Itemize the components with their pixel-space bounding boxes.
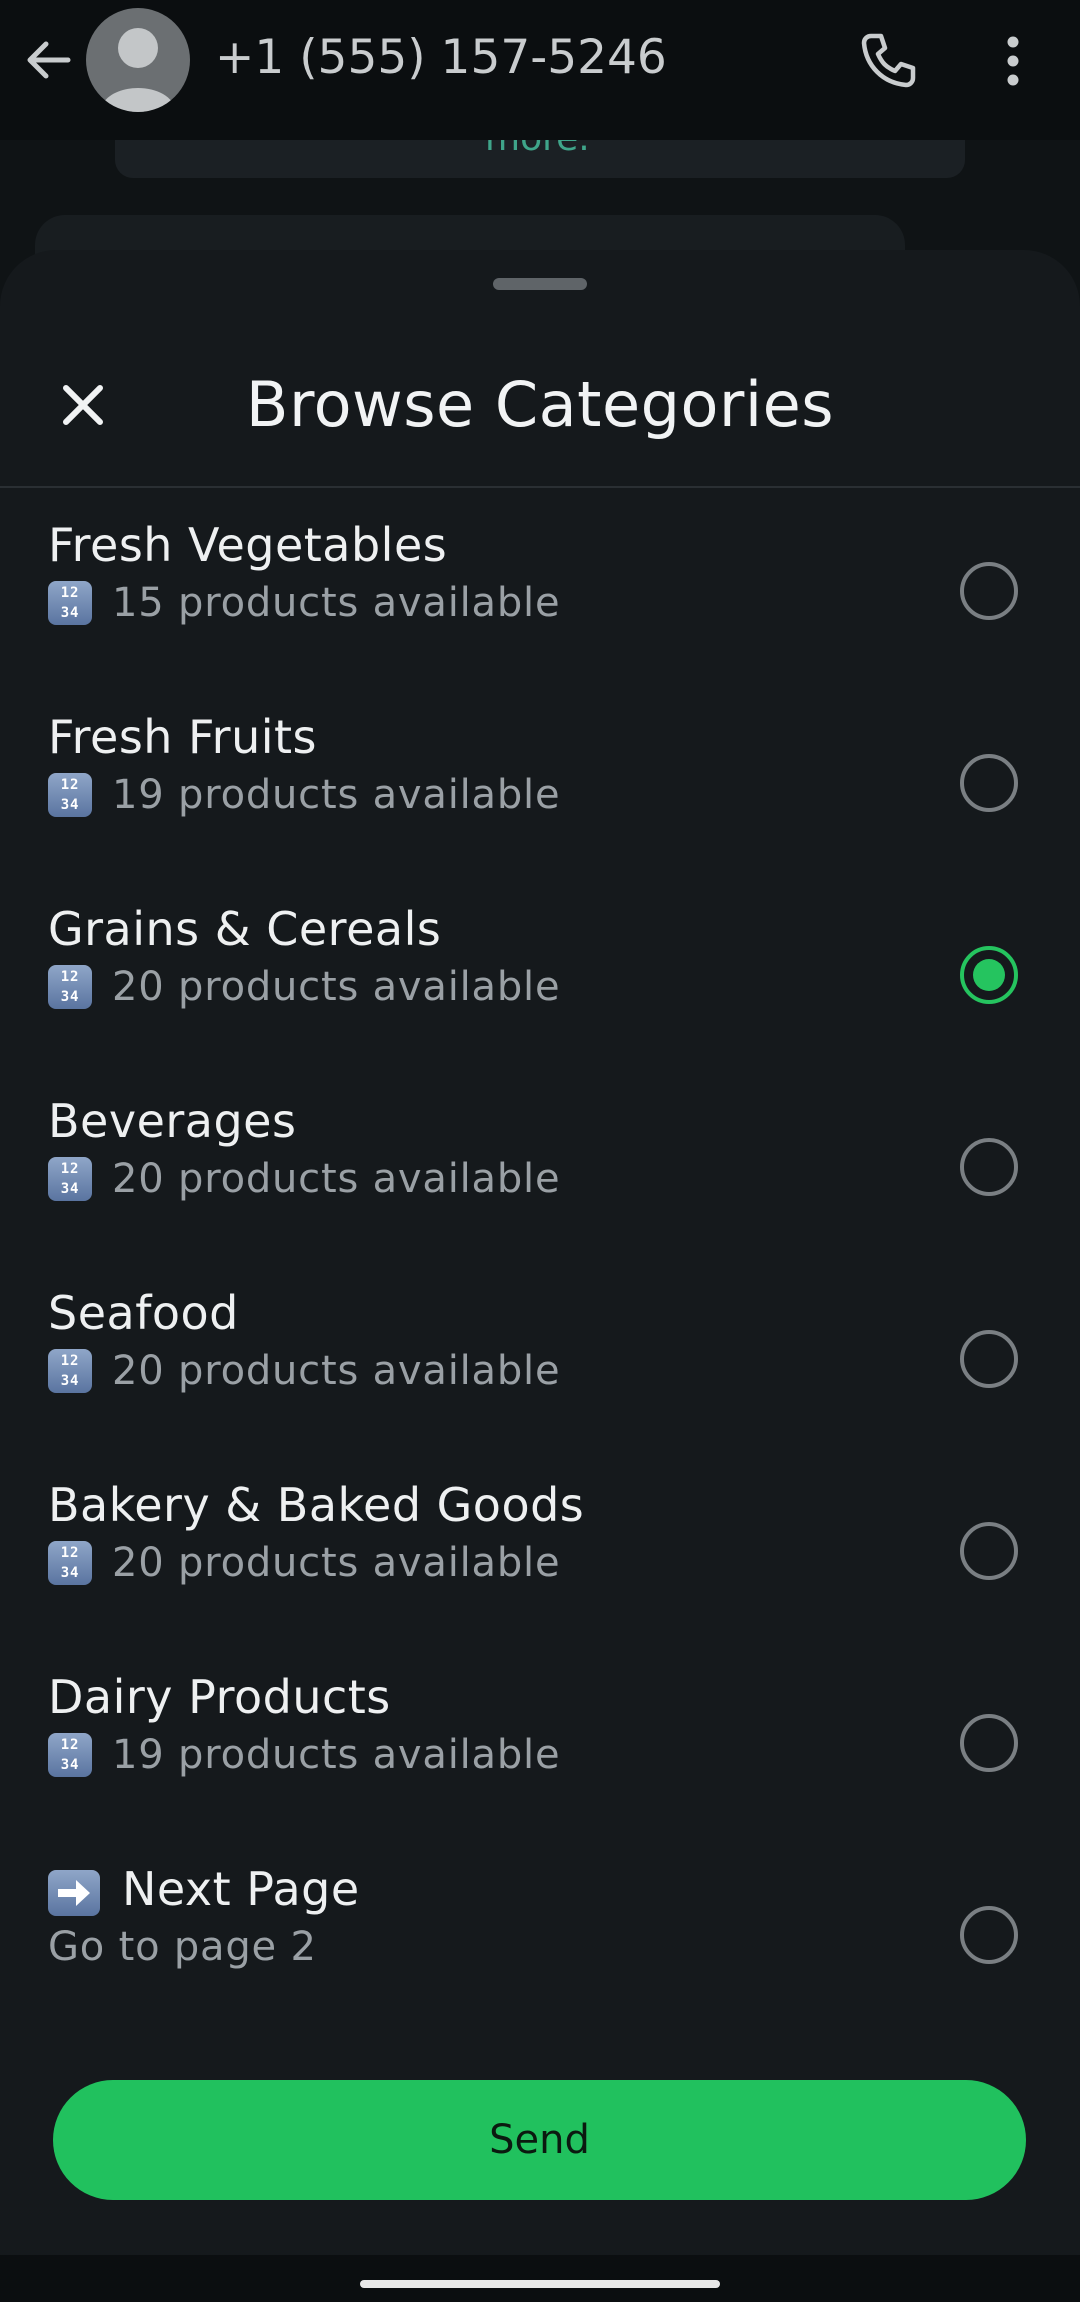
right-arrow-icon	[48, 1869, 100, 1916]
radio-button[interactable]	[960, 1330, 1018, 1388]
item-subtitle: 12 34 15 products available	[48, 580, 560, 626]
item-title: Fresh Vegetables	[48, 518, 448, 572]
radio-button[interactable]	[960, 1522, 1018, 1580]
radio-button[interactable]	[960, 1906, 1018, 1964]
item-title: Next Page	[48, 1862, 360, 1916]
system-nav-bar	[0, 2255, 1080, 2302]
contact-avatar[interactable]	[86, 8, 190, 112]
category-item-dairy-products[interactable]: Dairy Products 12 34 19 products availabl…	[0, 1640, 1080, 1832]
item-subtitle-text: 15 products available	[112, 580, 561, 626]
radio-button[interactable]	[960, 562, 1018, 620]
numbers-icon: 12 34	[48, 581, 92, 625]
chat-header: +1 (555) 157-5246	[0, 0, 1080, 140]
item-subtitle: 12 34 20 products available	[48, 964, 560, 1010]
item-subtitle-text: 20 products available	[112, 964, 561, 1010]
numbers-icon: 12 34	[48, 1349, 92, 1393]
item-subtitle: 12 34 20 products available	[48, 1540, 560, 1586]
category-item-beverages[interactable]: Beverages 12 34 20 products available	[0, 1064, 1080, 1256]
item-subtitle: 12 34 19 products available	[48, 772, 560, 818]
item-subtitle-text: 19 products available	[112, 772, 561, 818]
radio-button-selected[interactable]	[960, 946, 1018, 1004]
drag-handle[interactable]	[493, 278, 587, 290]
category-bottom-sheet: Browse Categories Fresh Vegetables 12 34 …	[0, 250, 1080, 2255]
item-title: Dairy Products	[48, 1670, 391, 1724]
item-subtitle: 12 34 20 products available	[48, 1156, 560, 1202]
category-item-next-page[interactable]: Next Page Go to page 2	[0, 1832, 1080, 2024]
item-subtitle: Go to page 2	[48, 1924, 317, 1970]
numbers-icon: 12 34	[48, 1157, 92, 1201]
contact-name[interactable]: +1 (555) 157-5246	[215, 30, 667, 85]
radio-button[interactable]	[960, 1714, 1018, 1772]
item-subtitle: 12 34 19 products available	[48, 1732, 560, 1778]
category-item-fresh-fruits[interactable]: Fresh Fruits 12 34 19 products available	[0, 680, 1080, 872]
item-title: Fresh Fruits	[48, 710, 318, 764]
numbers-icon: 12 34	[48, 1733, 92, 1777]
numbers-icon: 12 34	[48, 1541, 92, 1585]
back-arrow-icon[interactable]	[18, 30, 78, 90]
item-title: Seafood	[48, 1286, 239, 1340]
send-button[interactable]: Send	[53, 2080, 1026, 2200]
item-subtitle-text: 19 products available	[112, 1732, 561, 1778]
category-item-fresh-vegetables[interactable]: Fresh Vegetables 12 34 15 products availa…	[0, 488, 1080, 680]
item-title: Beverages	[48, 1094, 297, 1148]
category-item-grains-cereals[interactable]: Grains & Cereals 12 34 20 products availa…	[0, 872, 1080, 1064]
item-subtitle: 12 34 20 products available	[48, 1348, 560, 1394]
numbers-icon: 12 34	[48, 773, 92, 817]
radio-button[interactable]	[960, 754, 1018, 812]
more-vertical-icon[interactable]	[995, 28, 1031, 94]
item-subtitle-text: 20 products available	[112, 1156, 561, 1202]
category-item-seafood[interactable]: Seafood 12 34 20 products available	[0, 1256, 1080, 1448]
item-title-text: Next Page	[122, 1862, 360, 1916]
item-subtitle-text: 20 products available	[112, 1540, 561, 1586]
item-subtitle-text: Go to page 2	[48, 1924, 317, 1970]
radio-button[interactable]	[960, 1138, 1018, 1196]
item-title: Bakery & Baked Goods	[48, 1478, 585, 1532]
phone-icon[interactable]	[855, 28, 921, 94]
sheet-title: Browse Categories	[245, 368, 835, 441]
category-item-bakery[interactable]: Bakery & Baked Goods 12 34 20 products av…	[0, 1448, 1080, 1640]
item-title: Grains & Cereals	[48, 902, 442, 956]
item-subtitle-text: 20 products available	[112, 1348, 561, 1394]
home-gesture-handle[interactable]	[360, 2280, 720, 2288]
numbers-icon: 12 34	[48, 965, 92, 1009]
